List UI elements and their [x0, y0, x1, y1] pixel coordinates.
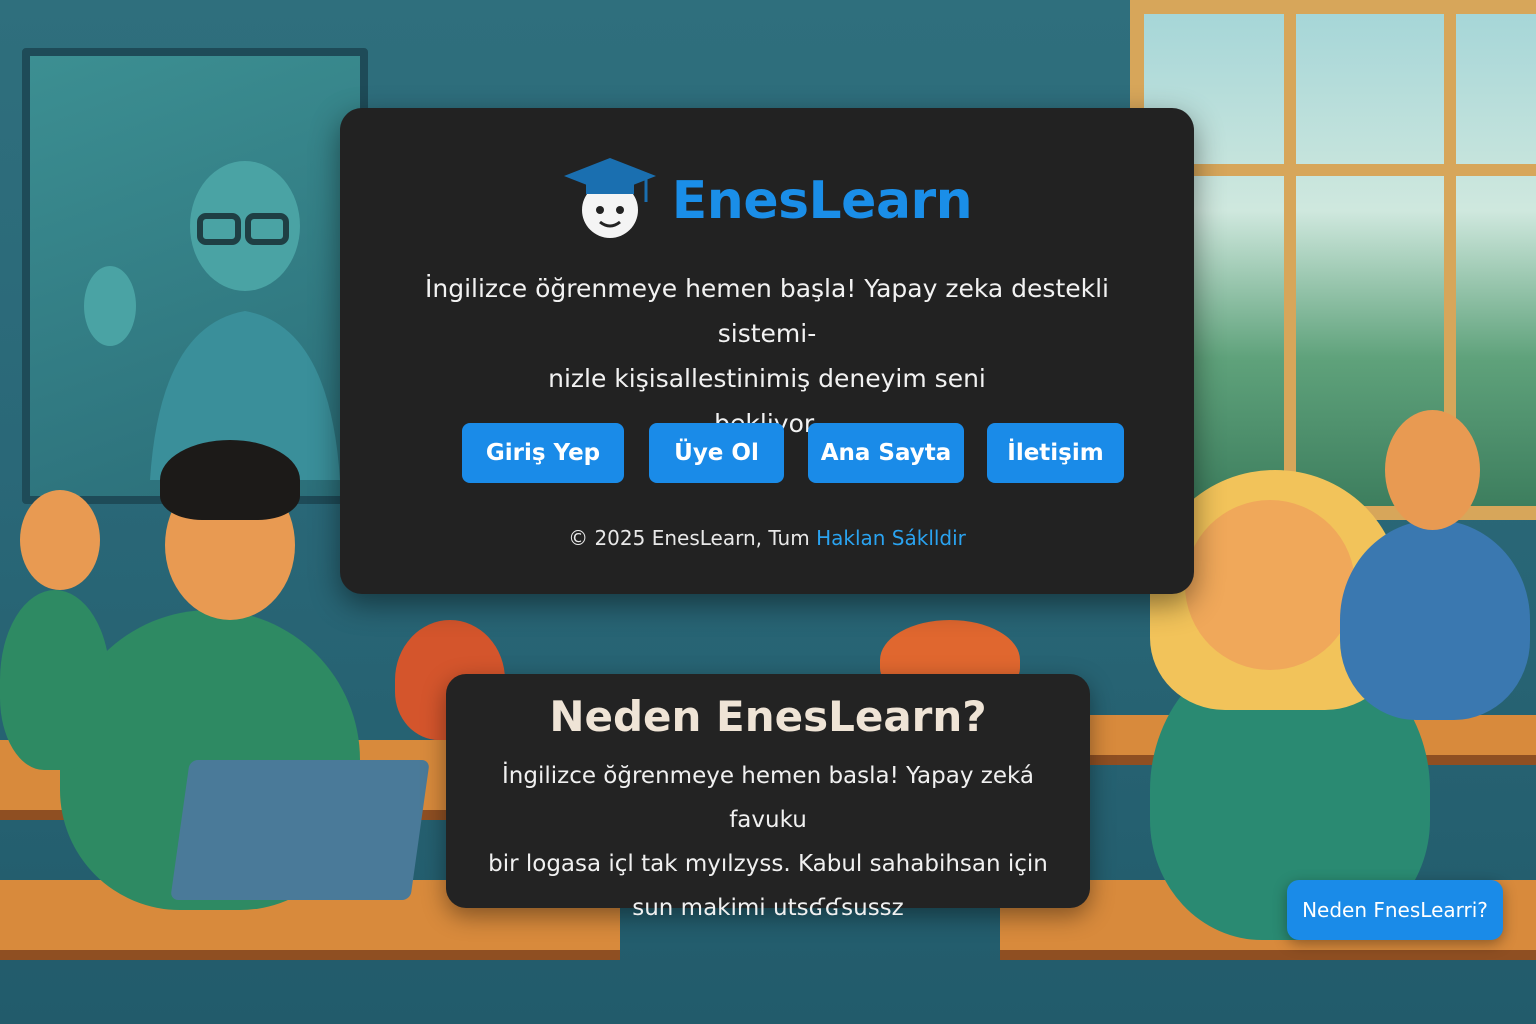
student-graduation-cap-icon — [563, 158, 656, 238]
brand-name: EnesLearn — [671, 171, 973, 231]
wall-screen — [22, 48, 368, 504]
why-text: İngilizce ŏğrenmeye hemen basla! Yapay z… — [488, 763, 1048, 921]
home-button[interactable]: Ana Sayta — [808, 423, 964, 483]
rights-link[interactable]: Haklan Sáklldir — [816, 526, 966, 550]
action-buttons: Giriş Yep Üye Ol Ana Sayta İletişim — [340, 423, 1194, 483]
copyright-footer: © 2025 EnesLearn, Tum Haklan Sáklldir — [568, 526, 966, 550]
contact-button[interactable]: İletişim — [987, 423, 1124, 483]
welcome-card: EnesLearn İngilizce öğrenmeye hemen başl… — [340, 108, 1194, 594]
brand-header: EnesLearn — [340, 156, 1194, 246]
laptop — [170, 760, 430, 900]
signup-button[interactable]: Üye Ol — [649, 423, 784, 483]
student-raising-hand — [1340, 520, 1530, 720]
login-button[interactable]: Giriş Yep — [462, 423, 624, 483]
why-card: Neden EnesLearn? İngilizce ŏğrenmeye hem… — [446, 674, 1090, 921]
teacher-avatar-illustration — [84, 161, 340, 480]
why-title: Neden EnesLearn? — [549, 692, 987, 741]
why-floating-button[interactable]: Neden FnesLearri? — [1287, 880, 1503, 940]
intro-text: İngilizce öğrenmeye hemen başla! Yapay z… — [424, 274, 1109, 438]
